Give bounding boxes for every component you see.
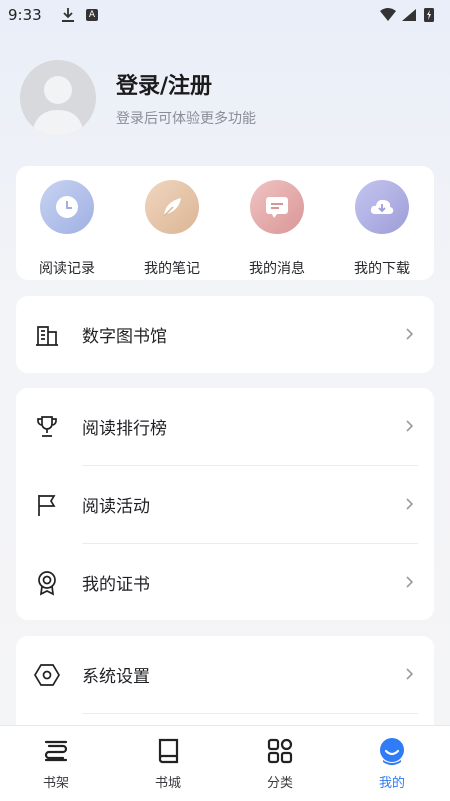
reading-history-button[interactable]: 阅读记录 (22, 180, 112, 277)
chevron-right-icon (406, 498, 414, 510)
chevron-right-icon (406, 668, 414, 680)
status-time: 9:33 (8, 6, 42, 24)
bottom-nav: 书架 书城 分类 我的 (0, 725, 450, 801)
menu-item-digital-library[interactable]: 数字图书馆 (16, 296, 434, 373)
chevron-right-icon (406, 328, 414, 340)
my-messages-button[interactable]: 我的消息 (232, 180, 322, 277)
avatar[interactable] (20, 60, 96, 136)
nav-mine[interactable]: 我的 (336, 726, 448, 801)
quick-actions-card: 阅读记录 我的笔记 我的消息 我的下载 (16, 166, 434, 280)
download-icon (62, 8, 74, 22)
building-icon (36, 326, 58, 346)
login-register-title[interactable]: 登录/注册 (116, 68, 212, 100)
chevron-right-icon (406, 420, 414, 432)
divider (82, 713, 418, 714)
signal-icon (402, 9, 416, 21)
user-placeholder-icon (32, 76, 84, 136)
certificate-icon (38, 571, 56, 596)
settings-hexagon-icon (34, 664, 60, 686)
my-downloads-button[interactable]: 我的下载 (337, 180, 427, 277)
wifi-icon (380, 8, 396, 21)
settings-card: 系统设置 (16, 636, 434, 736)
message-icon (266, 197, 288, 218)
grid-icon (267, 738, 293, 764)
trophy-icon (37, 416, 57, 437)
menu-item-my-certificates[interactable]: 我的证书 (16, 544, 434, 621)
cloud-download-icon (370, 199, 394, 214)
login-hint: 登录后可体验更多功能 (116, 111, 256, 127)
status-icons (380, 8, 434, 22)
menu-item-reading-activities[interactable]: 阅读活动 (16, 466, 434, 543)
my-notes-button[interactable]: 我的笔记 (127, 180, 217, 277)
menu-item-system-settings[interactable]: 系统设置 (16, 636, 434, 713)
status-bar: 9:33 A (0, 0, 450, 30)
library-card: 数字图书馆 (16, 296, 434, 373)
menu-item-reading-ranking[interactable]: 阅读排行榜 (16, 388, 434, 465)
a-badge-icon: A (86, 9, 98, 21)
profile-header[interactable]: 登录/注册 登录后可体验更多功能 (20, 60, 440, 140)
feather-icon (163, 198, 181, 217)
reading-card: 阅读排行榜 阅读活动 我的证书 (16, 388, 434, 620)
book-icon (158, 738, 179, 764)
nav-categories[interactable]: 分类 (224, 726, 336, 801)
profile-icon (380, 738, 404, 765)
flag-icon (38, 495, 56, 516)
chevron-right-icon (406, 576, 414, 588)
clock-icon (56, 196, 78, 218)
nav-bookstore[interactable]: 书城 (112, 726, 224, 801)
bookshelf-icon (44, 740, 68, 762)
nav-bookshelf[interactable]: 书架 (0, 726, 112, 801)
